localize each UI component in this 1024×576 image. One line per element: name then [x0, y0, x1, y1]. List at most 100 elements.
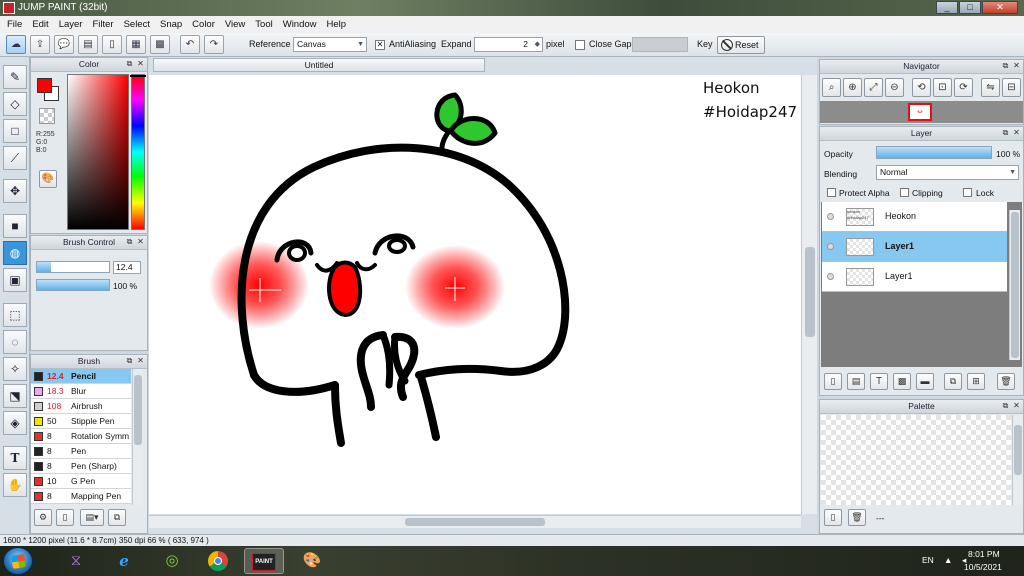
brush-size-input[interactable]: 12.4: [113, 261, 141, 274]
merge-layer-icon[interactable]: ⊞: [967, 373, 985, 390]
grid-icon[interactable]: ▩: [150, 35, 170, 54]
menu-edit[interactable]: Edit: [27, 16, 53, 33]
hue-slider[interactable]: [130, 74, 146, 230]
menu-color[interactable]: Color: [187, 16, 220, 33]
brush-item[interactable]: 8 Mapping Pen: [31, 489, 131, 504]
menu-window[interactable]: Window: [278, 16, 322, 33]
brush-copy-icon[interactable]: ⧉: [108, 509, 126, 526]
minimize-button[interactable]: _: [936, 1, 958, 14]
chrome-icon[interactable]: [198, 548, 238, 574]
internet-explorer-icon[interactable]: e: [104, 548, 144, 574]
undock-icon[interactable]: ⧉: [1001, 62, 1010, 71]
close-gaps-slider[interactable]: [632, 37, 688, 52]
undock-icon[interactable]: ⧉: [125, 357, 134, 366]
brush-menu-icon[interactable]: ▤▾: [80, 509, 104, 526]
menu-tool[interactable]: Tool: [250, 16, 277, 33]
visual-studio-icon[interactable]: ⧖: [56, 548, 96, 574]
brush-tool-icon[interactable]: ✎: [3, 65, 27, 89]
close-icon[interactable]: ✕: [136, 60, 145, 69]
move-tool-icon[interactable]: ✥: [3, 179, 27, 203]
menu-filter[interactable]: Filter: [87, 16, 118, 33]
text-tool-icon[interactable]: T: [3, 446, 27, 470]
layer-row[interactable]: heokon #Hoidap247 Heokon: [822, 202, 1007, 232]
delete-palette-icon[interactable]: 🗑: [848, 509, 866, 526]
share-icon[interactable]: ⇪: [30, 35, 50, 54]
protect-alpha-checkbox[interactable]: [827, 188, 836, 197]
document-tab[interactable]: Untitled: [153, 58, 485, 72]
maximize-button[interactable]: □: [959, 1, 981, 14]
lasso-tool-icon[interactable]: ◌: [3, 330, 27, 354]
antialiasing-checkbox[interactable]: ✕: [375, 40, 385, 50]
menu-help[interactable]: Help: [322, 16, 352, 33]
eraser-tool-icon[interactable]: ◇: [3, 92, 27, 116]
hand-tool-icon[interactable]: ✋: [3, 473, 27, 497]
delete-layer-icon[interactable]: 🗑: [997, 373, 1015, 390]
menu-layer[interactable]: Layer: [54, 16, 88, 33]
new-text-layer-icon[interactable]: Ｔ: [870, 373, 888, 390]
palette-scrollbar[interactable]: [1012, 415, 1023, 505]
layer-opacity-slider[interactable]: [876, 146, 992, 159]
zoom-out-icon[interactable]: ⊖: [885, 78, 904, 97]
close-icon[interactable]: ✕: [1012, 62, 1021, 71]
rectangle-select-tool-icon[interactable]: □: [3, 119, 27, 143]
scroll-thumb[interactable]: [134, 375, 142, 445]
undo-icon[interactable]: ↶: [180, 35, 200, 54]
undock-icon[interactable]: ⧉: [1001, 402, 1010, 411]
brush-size-slider[interactable]: [36, 261, 110, 273]
select-rect-tool-icon[interactable]: ⬚: [3, 303, 27, 327]
menu-file[interactable]: File: [2, 16, 27, 33]
expand-input[interactable]: 2 ◆: [474, 37, 543, 52]
rotate-left-icon[interactable]: ⟲: [912, 78, 931, 97]
brush-item[interactable]: 108 Airbrush: [31, 399, 131, 414]
document-icon[interactable]: ▦: [126, 35, 146, 54]
zoom-in-icon[interactable]: ⊕: [843, 78, 862, 97]
clock-date[interactable]: 10/5/2021: [964, 562, 1002, 572]
select-pen-tool-icon[interactable]: ⬔: [3, 384, 27, 408]
flip-horizontal-icon[interactable]: ⇋: [981, 78, 1000, 97]
scroll-thumb[interactable]: [1011, 212, 1019, 358]
paint-palette-icon[interactable]: 🎨: [292, 548, 332, 574]
navigator-preview[interactable]: ·ω·: [820, 101, 1023, 123]
new-tone-layer-icon[interactable]: ▩: [893, 373, 911, 390]
saturation-value-picker[interactable]: [67, 74, 129, 230]
bucket-tool-icon[interactable]: ◍: [3, 241, 27, 265]
brush-item[interactable]: 12.4 Pencil: [31, 369, 131, 384]
visibility-icon[interactable]: [827, 243, 834, 250]
message-icon[interactable]: ▤: [78, 35, 98, 54]
visibility-icon[interactable]: [827, 213, 834, 220]
navigator-menu-icon[interactable]: ⊟: [1002, 78, 1021, 97]
brush-item[interactable]: 8 Pen (Sharp): [31, 459, 131, 474]
scroll-thumb[interactable]: [805, 247, 815, 337]
fit-screen-icon[interactable]: ⤢: [864, 78, 883, 97]
select-eraser-tool-icon[interactable]: ◈: [3, 411, 27, 435]
canvas-vertical-scrollbar[interactable]: [801, 75, 817, 514]
clock-time[interactable]: 8:01 PM: [968, 549, 1000, 559]
close-icon[interactable]: ✕: [136, 357, 145, 366]
blending-select[interactable]: Normal ▼: [876, 165, 1019, 180]
reference-select[interactable]: Canvas ▼: [293, 37, 367, 52]
canvas-horizontal-scrollbar[interactable]: [149, 515, 801, 528]
brush-settings-icon[interactable]: ⚙: [34, 509, 52, 526]
comment-icon[interactable]: 💬: [54, 35, 74, 54]
undock-icon[interactable]: ⧉: [125, 238, 134, 247]
page-icon[interactable]: ▯: [102, 35, 122, 54]
gradient-tool-icon[interactable]: ▣: [3, 268, 27, 292]
brush-opacity-slider[interactable]: [36, 279, 110, 291]
scroll-thumb[interactable]: [405, 518, 545, 526]
rotate-right-icon[interactable]: ⟳: [954, 78, 973, 97]
color-palette-icon[interactable]: 🎨: [39, 170, 57, 188]
layer-row[interactable]: Layer1: [822, 232, 1007, 262]
close-icon[interactable]: ✕: [1012, 402, 1021, 411]
new-raster-layer-icon[interactable]: ▤: [847, 373, 865, 390]
layer-row[interactable]: Layer1: [822, 262, 1007, 292]
menu-snap[interactable]: Snap: [155, 16, 187, 33]
palette-swatch-area[interactable]: [821, 415, 1011, 505]
line-tool-icon[interactable]: ⟋: [3, 146, 27, 170]
zoom-icon[interactable]: ⌕: [822, 78, 841, 97]
layer-list-scrollbar[interactable]: [1009, 210, 1020, 360]
tray-arrow-icon[interactable]: ▲: [944, 555, 952, 565]
start-button[interactable]: [3, 547, 33, 575]
visibility-icon[interactable]: [827, 273, 834, 280]
transparent-color-swatch[interactable]: [39, 108, 55, 124]
reset-rotation-icon[interactable]: ⊡: [933, 78, 952, 97]
